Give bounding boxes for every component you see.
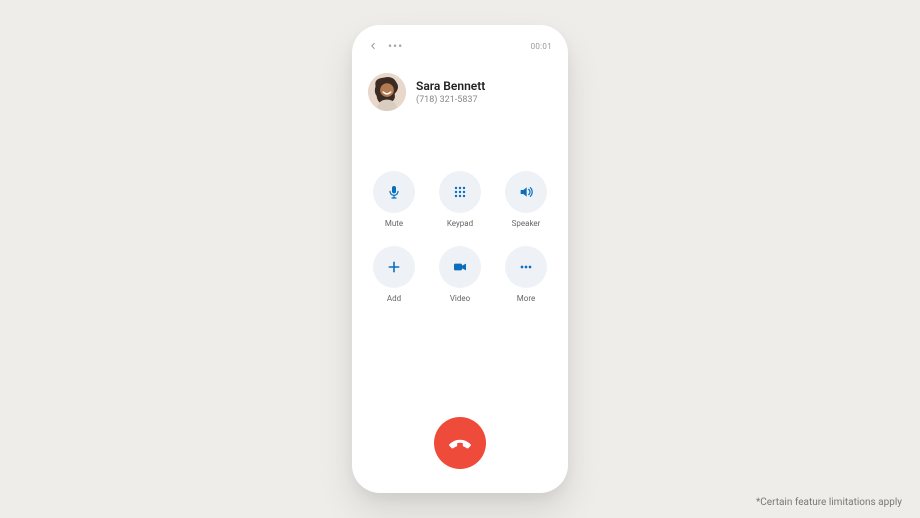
footnote: *Certain feature limitations apply — [756, 497, 902, 508]
topbar: ••• 00:01 — [368, 39, 552, 53]
mute-button[interactable]: Mute — [373, 171, 415, 228]
keypad-icon — [452, 184, 468, 200]
end-call-button[interactable] — [434, 417, 486, 469]
avatar — [368, 73, 406, 111]
add-label: Add — [387, 294, 401, 303]
caller-phone: (718) 321-5837 — [416, 95, 485, 105]
caller-name: Sara Bennett — [416, 79, 485, 93]
phone-frame: ••• 00:01 Sara Bennett (718) 321-5837 — [352, 25, 568, 493]
back-icon[interactable] — [368, 41, 378, 51]
keypad-button[interactable]: Keypad — [439, 171, 481, 228]
keypad-label: Keypad — [447, 219, 473, 228]
video-label: Video — [450, 294, 470, 303]
mute-label: Mute — [385, 219, 403, 228]
more-label: More — [517, 294, 535, 303]
mic-icon — [386, 184, 402, 200]
more-icon — [518, 259, 534, 275]
add-button[interactable]: Add — [373, 246, 415, 303]
caller-text: Sara Bennett (718) 321-5837 — [416, 79, 485, 105]
topbar-left: ••• — [368, 40, 403, 52]
end-call-row — [368, 417, 552, 469]
call-actions: Mute Keypad — [368, 171, 552, 303]
plus-icon — [386, 259, 402, 275]
video-button[interactable]: Video — [439, 246, 481, 303]
more-button[interactable]: More — [505, 246, 547, 303]
call-timer: 00:01 — [531, 42, 552, 51]
speaker-icon — [518, 184, 534, 200]
more-horizontal-icon[interactable]: ••• — [388, 40, 403, 52]
caller-info: Sara Bennett (718) 321-5837 — [368, 73, 552, 111]
phone-hangup-icon — [447, 430, 473, 456]
speaker-button[interactable]: Speaker — [505, 171, 547, 228]
speaker-label: Speaker — [512, 219, 541, 228]
video-icon — [452, 259, 468, 275]
